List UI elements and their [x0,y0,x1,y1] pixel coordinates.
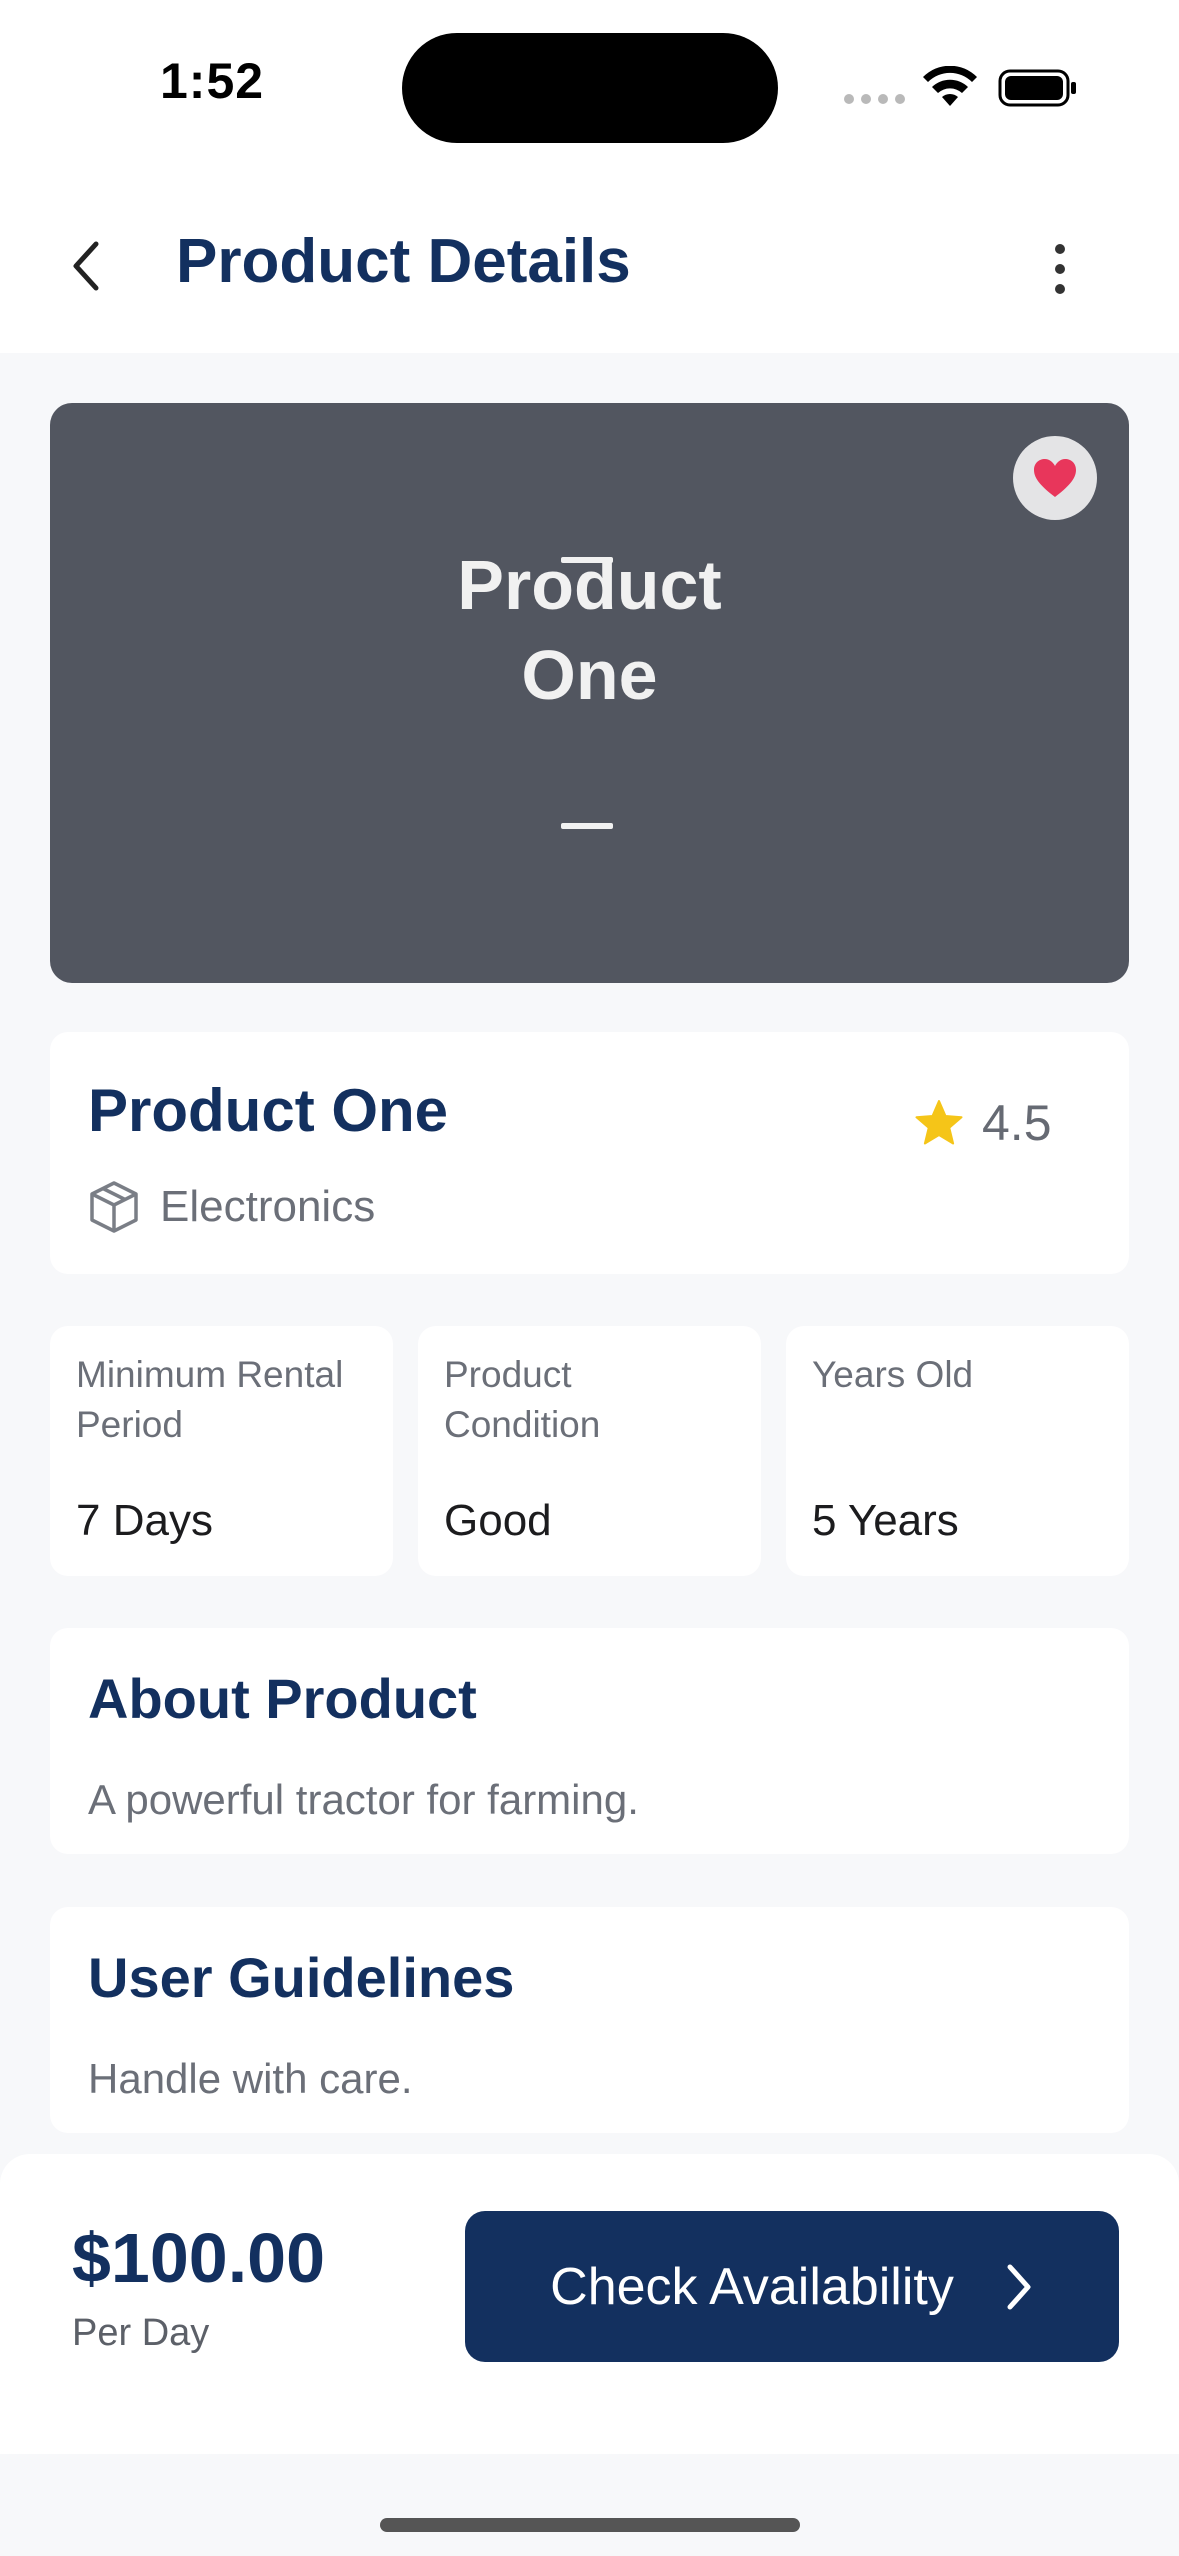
stat-card-rental-period: Minimum Rental Period 7 Days [50,1326,393,1576]
page-title: Product Details [176,227,631,296]
more-options-button[interactable] [1028,232,1092,304]
product-rating: 4.5 [914,1094,1052,1152]
about-product-card: About Product A powerful tractor for far… [50,1628,1129,1854]
back-button[interactable] [58,228,114,304]
cellular-signal-icon [844,94,905,104]
status-time: 1:52 [160,53,265,109]
stat-card-years-old: Years Old 5 Years [786,1326,1129,1576]
rating-value: 4.5 [982,1095,1052,1151]
stat-label: Minimum Rental Period [76,1354,344,1445]
wifi-icon [922,65,978,115]
user-guidelines-card: User Guidelines Handle with care. [50,1907,1129,2133]
stat-value: 5 Years [812,1496,959,1545]
stat-card-condition: Product Condition Good [418,1326,761,1576]
heart-icon [1034,459,1076,497]
more-vertical-icon [1055,244,1065,254]
check-availability-button[interactable]: Check Availability [465,2211,1119,2362]
placeholder-line-2: One [521,636,658,714]
category-label: Electronics [160,1182,376,1231]
home-indicator[interactable] [380,2518,800,2532]
product-category: Electronics [88,1180,375,1234]
placeholder-line-1: Product [457,546,722,624]
chevron-right-icon [1007,2264,1031,2309]
section-text: Handle with care. [88,2055,413,2102]
stat-label: Product Condition [444,1354,601,1445]
image-placeholder-dash-bottom [561,823,613,829]
check-availability-label: Check Availability [550,2257,954,2316]
price-unit: Per Day [72,2312,210,2354]
product-info-card [50,1032,1129,1274]
stat-value: Good [444,1496,552,1545]
stat-value: 7 Days [76,1496,213,1545]
stat-label: Years Old [812,1354,974,1395]
section-title: About Product [88,1667,477,1730]
image-placeholder-text: Product One [50,540,1129,720]
favorite-button[interactable] [1013,436,1097,520]
section-title: User Guidelines [88,1946,515,2009]
battery-icon [998,68,1076,107]
price: $100.00 [72,2219,326,2297]
section-text: A powerful tractor for farming. [88,1776,639,1823]
chevron-left-icon [73,241,99,291]
box-icon [90,1181,138,1233]
dynamic-island [402,33,778,143]
star-icon [915,1100,963,1145]
product-name: Product One [88,1077,449,1144]
